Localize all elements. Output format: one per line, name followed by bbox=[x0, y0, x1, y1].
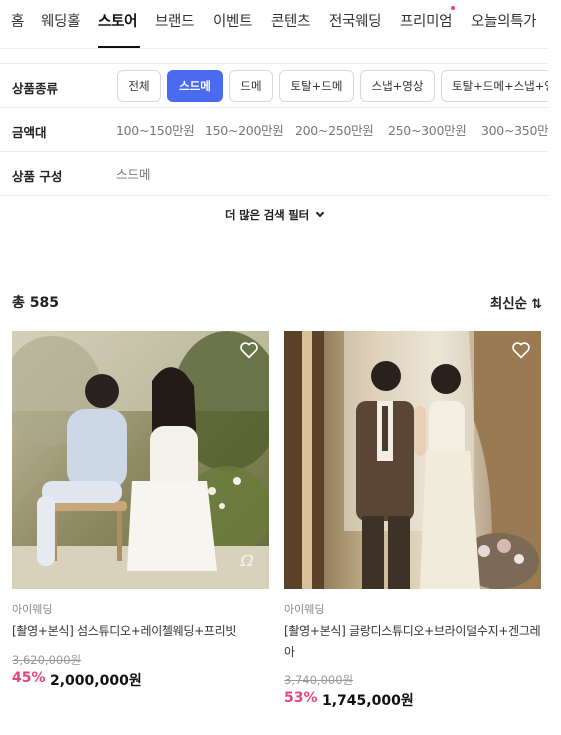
price-option-250-300[interactable]: 250~300만원 bbox=[388, 120, 467, 139]
sort-arrows-icon: ⇅ bbox=[531, 297, 542, 312]
filter-panel: 상품종류 전체 스드메 드메 토탈+드메 스냅+영상 토탈+드메+스냅+영 금액… bbox=[0, 63, 548, 196]
filter-row-price: 금액대 100~150만원 150~200만원 200~250만원 250~30… bbox=[0, 108, 548, 152]
filter-row-composition: 상품 구성 스드메 bbox=[0, 152, 548, 196]
total-count: 총 585 bbox=[12, 295, 59, 311]
nav-item-content[interactable]: 콘텐츠 bbox=[271, 10, 310, 31]
price-option-200-250[interactable]: 200~250만원 bbox=[295, 120, 374, 139]
sort-button[interactable]: 최신순 ⇅ bbox=[490, 292, 542, 312]
filter-label-price: 금액대 bbox=[12, 125, 47, 140]
chip-total-dm-snap-video[interactable]: 토탈+드메+스냅+영 bbox=[441, 70, 548, 102]
more-filters-label: 더 많은 검색 필터 bbox=[224, 208, 310, 222]
product-title[interactable]: [촬영+본식] 섬스튜디오+레이첼웨딩+프리빗 bbox=[12, 621, 269, 642]
nav-item-nationwide-wedding[interactable]: 전국웨딩 bbox=[329, 10, 381, 31]
chip-snap-video[interactable]: 스냅+영상 bbox=[360, 70, 435, 102]
nav-item-home[interactable]: 홈 bbox=[11, 10, 24, 31]
chip-all[interactable]: 전체 bbox=[117, 70, 161, 102]
composition-value[interactable]: 스드메 bbox=[116, 164, 151, 183]
original-price: 3,620,000원 bbox=[12, 653, 82, 667]
product-image[interactable] bbox=[284, 331, 541, 589]
chevron-down-icon bbox=[315, 208, 325, 218]
heart-icon[interactable] bbox=[239, 341, 259, 359]
price-option-300-350[interactable]: 300~350만원 bbox=[481, 120, 548, 139]
more-filters-button[interactable]: 더 많은 검색 필터 bbox=[0, 207, 548, 223]
product-brand: 아이웨딩 bbox=[284, 603, 325, 616]
discount-rate: 45% bbox=[12, 670, 46, 686]
heart-icon[interactable] bbox=[511, 341, 531, 359]
chip-total-dm[interactable]: 토탈+드메 bbox=[279, 70, 354, 102]
product-card[interactable]: 아이웨딩 [촬영+본식] 글랑디스튜디오+브라이덜수지+겐그레아 3,740,0… bbox=[284, 331, 541, 709]
sale-price: 1,745,000원 bbox=[322, 693, 414, 709]
product-card[interactable]: Ω 아이웨딩 [촬영+본식] 섬스튜디오+레이첼웨딩+프리빗 3,620,000… bbox=[12, 331, 269, 689]
new-indicator-dot bbox=[451, 6, 455, 10]
product-brand: 아이웨딩 bbox=[12, 603, 53, 616]
couple-photo-studio bbox=[284, 331, 541, 589]
top-nav: 홈 웨딩홀 스토어 브랜드 이벤트 콘텐츠 전국웨딩 프리미엄 오늘의특가 bbox=[0, 0, 548, 49]
original-price: 3,740,000원 bbox=[284, 673, 354, 687]
nav-item-premium[interactable]: 프리미엄 bbox=[400, 10, 452, 31]
product-title[interactable]: [촬영+본식] 글랑디스튜디오+브라이덜수지+겐그레아 bbox=[284, 621, 541, 663]
nav-item-wedding-hall[interactable]: 웨딩홀 bbox=[41, 10, 80, 31]
discount-rate: 53% bbox=[284, 690, 318, 706]
filter-label-product-type: 상품종류 bbox=[12, 81, 59, 96]
nav-item-store[interactable]: 스토어 bbox=[98, 10, 137, 31]
nav-item-brand[interactable]: 브랜드 bbox=[155, 10, 194, 31]
price-option-150-200[interactable]: 150~200만원 bbox=[205, 120, 284, 139]
nav-item-todays-deal[interactable]: 오늘의특가 bbox=[471, 10, 537, 31]
svg-text:Ω: Ω bbox=[239, 551, 253, 570]
price-option-100-150[interactable]: 100~150만원 bbox=[116, 120, 195, 139]
product-image[interactable]: Ω bbox=[12, 331, 269, 589]
chip-sdm-selected[interactable]: 스드메 bbox=[167, 70, 223, 102]
active-tab-underline bbox=[98, 46, 140, 48]
couple-photo-outdoor: Ω bbox=[12, 331, 269, 589]
filter-label-composition: 상품 구성 bbox=[12, 169, 63, 184]
sort-label: 최신순 bbox=[489, 296, 528, 312]
nav-item-event[interactable]: 이벤트 bbox=[213, 10, 252, 31]
sale-price: 2,000,000원 bbox=[50, 673, 142, 689]
chip-dm[interactable]: 드메 bbox=[229, 70, 273, 102]
filter-row-product-type: 상품종류 전체 스드메 드메 토탈+드메 스냅+영상 토탈+드메+스냅+영 bbox=[0, 64, 548, 108]
